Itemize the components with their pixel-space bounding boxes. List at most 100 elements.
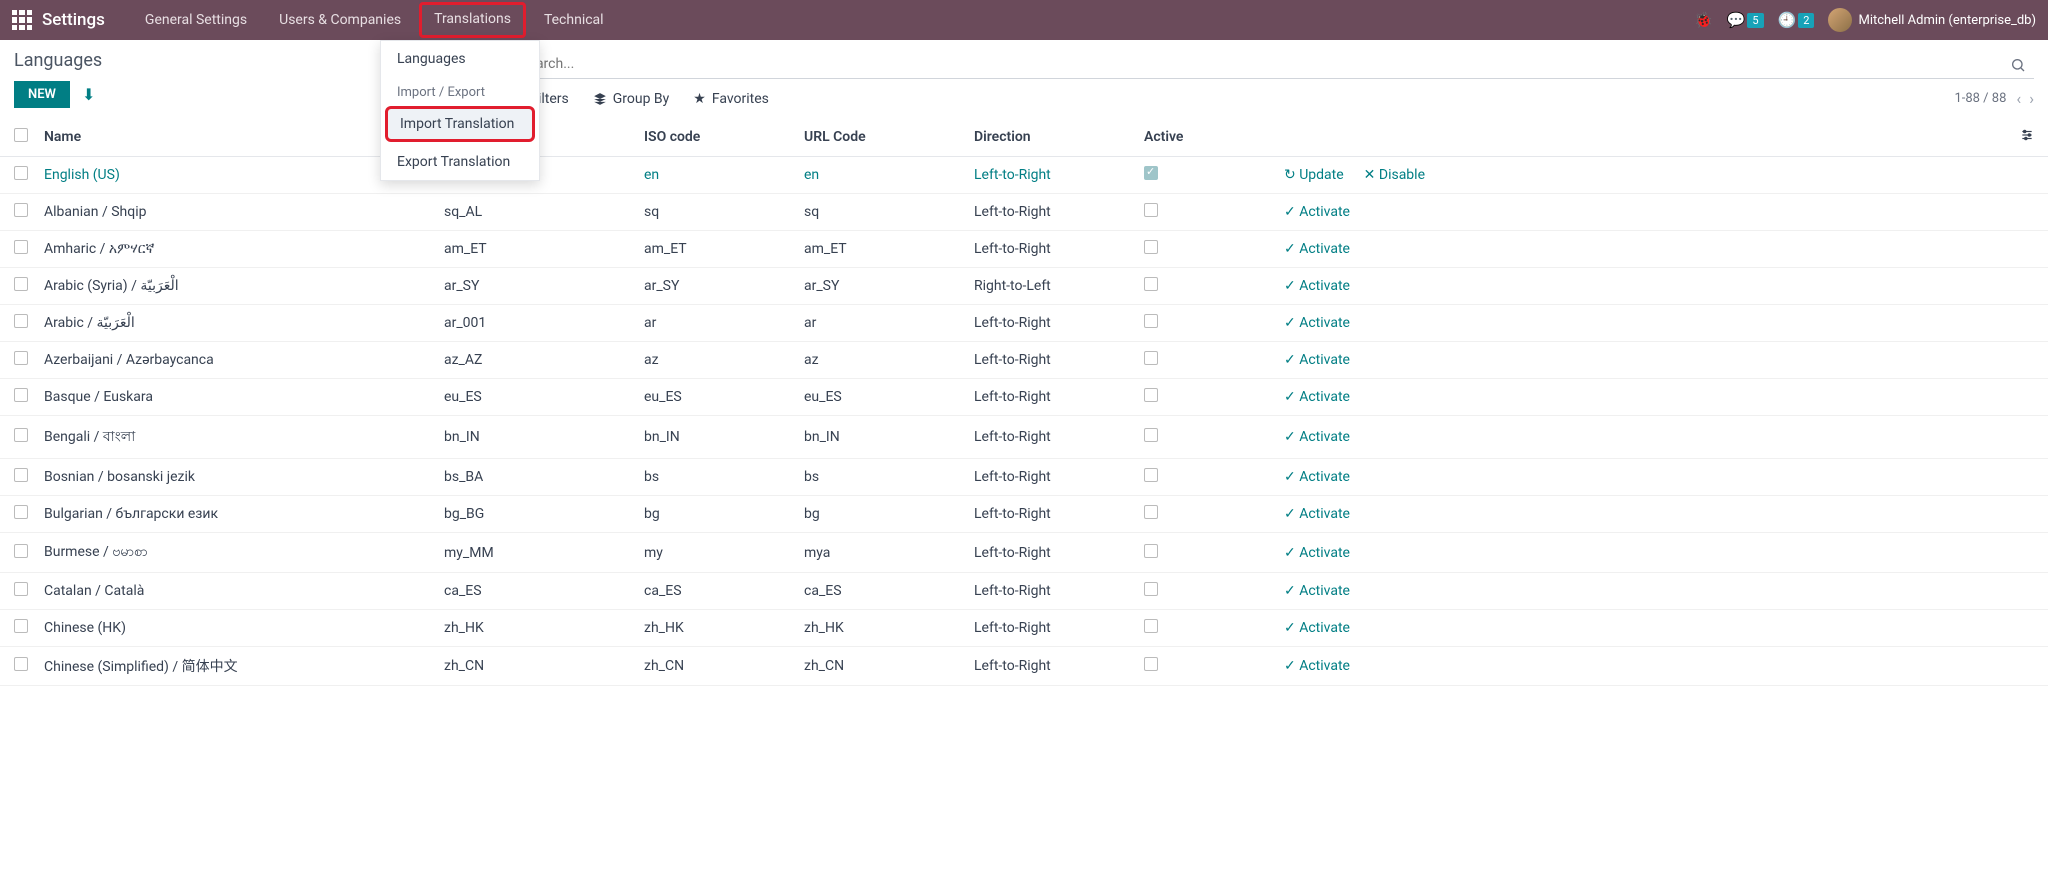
new-button[interactable]: NEW [14, 81, 70, 108]
cell-name: English (US) [36, 157, 436, 194]
active-checkbox[interactable] [1144, 582, 1158, 596]
cell-url: sq [796, 194, 966, 231]
messages-icon[interactable]: 💬5 [1727, 11, 1764, 29]
row-checkbox[interactable] [14, 619, 28, 633]
row-checkbox[interactable] [14, 657, 28, 671]
table-row[interactable]: Basque / Euskara eu_ES eu_ES eu_ES Left-… [0, 379, 2048, 416]
cell-direction: Left-to-Right [966, 610, 1136, 647]
col-url[interactable]: URL Code [796, 118, 966, 157]
col-direction[interactable]: Direction [966, 118, 1136, 157]
active-checkbox[interactable] [1144, 505, 1158, 519]
table-row[interactable]: Chinese (Simplified) / 简体中文 zh_CN zh_CN … [0, 647, 2048, 686]
row-checkbox[interactable] [14, 388, 28, 402]
cell-direction: Right-to-Left [966, 268, 1136, 305]
nav-translations[interactable]: Translations [419, 2, 526, 38]
row-checkbox[interactable] [14, 468, 28, 482]
app-name[interactable]: Settings [42, 10, 105, 30]
dropdown-export[interactable]: Export Translation [381, 144, 539, 180]
activate-link[interactable]: ✓ Activate [1284, 469, 1350, 485]
active-checkbox[interactable] [1144, 166, 1158, 180]
activate-link[interactable]: ✓ Activate [1284, 352, 1350, 368]
row-checkbox[interactable] [14, 544, 28, 558]
activate-link[interactable]: ✓ Activate [1284, 658, 1350, 674]
cell-name: Bulgarian / български език [36, 496, 436, 533]
table-row[interactable]: Bulgarian / български език bg_BG bg bg L… [0, 496, 2048, 533]
active-checkbox[interactable] [1144, 314, 1158, 328]
select-all-checkbox[interactable] [14, 128, 28, 142]
cell-iso: my [636, 533, 796, 573]
activity-icon[interactable]: 🕘2 [1778, 11, 1815, 29]
table-row[interactable]: Bosnian / bosanski jezik bs_BA bs bs Lef… [0, 459, 2048, 496]
search-input[interactable] [512, 50, 2034, 79]
row-checkbox[interactable] [14, 314, 28, 328]
row-checkbox[interactable] [14, 351, 28, 365]
pager-next[interactable]: › [2029, 89, 2034, 108]
active-checkbox[interactable] [1144, 468, 1158, 482]
cell-direction: Left-to-Right [966, 157, 1136, 194]
active-checkbox[interactable] [1144, 351, 1158, 365]
activate-link[interactable]: ✓ Activate [1284, 315, 1350, 331]
row-checkbox[interactable] [14, 203, 28, 217]
nav-technical[interactable]: Technical [528, 2, 620, 38]
active-checkbox[interactable] [1144, 240, 1158, 254]
activate-link[interactable]: ✓ Activate [1284, 545, 1350, 561]
col-active[interactable]: Active [1136, 118, 1276, 157]
nav-users[interactable]: Users & Companies [263, 2, 417, 38]
table-row[interactable]: Amharic / አምሃርኛ am_ET am_ET am_ET Left-t… [0, 231, 2048, 268]
cell-locale: zh_CN [436, 647, 636, 686]
row-checkbox[interactable] [14, 277, 28, 291]
active-checkbox[interactable] [1144, 388, 1158, 402]
apps-icon[interactable] [12, 10, 32, 30]
activate-link[interactable]: ✓ Activate [1284, 278, 1350, 294]
row-checkbox[interactable] [14, 428, 28, 442]
row-checkbox[interactable] [14, 240, 28, 254]
nav-general[interactable]: General Settings [129, 2, 263, 38]
dropdown-import[interactable]: Import Translation [385, 106, 535, 142]
pager-text[interactable]: 1-88 / 88 [1954, 91, 2006, 106]
active-checkbox[interactable] [1144, 428, 1158, 442]
dropdown-languages[interactable]: Languages [381, 41, 539, 77]
activate-link[interactable]: ✓ Activate [1284, 583, 1350, 599]
activate-link[interactable]: ✓ Activate [1284, 389, 1350, 405]
columns-settings-icon[interactable] [2012, 118, 2048, 157]
dropdown-section: Import / Export [381, 77, 539, 104]
activate-link[interactable]: ✓ Activate [1284, 620, 1350, 636]
cell-url: bs [796, 459, 966, 496]
table-row[interactable]: Catalan / Català ca_ES ca_ES ca_ES Left-… [0, 573, 2048, 610]
table-row[interactable]: Arabic / الْعَرَبيّة ar_001 ar ar Left-t… [0, 305, 2048, 342]
activate-link[interactable]: ✓ Activate [1284, 506, 1350, 522]
user-menu[interactable]: Mitchell Admin (enterprise_db) [1828, 8, 2036, 32]
bug-icon[interactable]: 🐞 [1694, 11, 1713, 29]
activate-link[interactable]: ✓ Activate [1284, 429, 1350, 445]
groupby-button[interactable]: Group By [593, 91, 670, 107]
table-row[interactable]: Albanian / Shqip sq_AL sq sq Left-to-Rig… [0, 194, 2048, 231]
row-checkbox[interactable] [14, 166, 28, 180]
page-title: Languages [14, 50, 102, 71]
table-row[interactable]: Chinese (HK) zh_HK zh_HK zh_HK Left-to-R… [0, 610, 2048, 647]
cell-url: eu_ES [796, 379, 966, 416]
search-icon[interactable] [2010, 57, 2026, 73]
col-iso[interactable]: ISO code [636, 118, 796, 157]
active-checkbox[interactable] [1144, 203, 1158, 217]
active-checkbox[interactable] [1144, 657, 1158, 671]
cell-iso: bg [636, 496, 796, 533]
update-link[interactable]: ↻ Update [1284, 167, 1344, 183]
download-icon[interactable]: ⬇ [82, 85, 95, 104]
row-checkbox[interactable] [14, 505, 28, 519]
pager-prev[interactable]: ‹ [2016, 89, 2021, 108]
active-checkbox[interactable] [1144, 619, 1158, 633]
table-row[interactable]: English (US) en_US en en Left-to-Right ↻… [0, 157, 2048, 194]
table-row[interactable]: Arabic (Syria) / الْعَرَبيّة ar_SY ar_SY… [0, 268, 2048, 305]
active-checkbox[interactable] [1144, 277, 1158, 291]
table-row[interactable]: Bengali / বাংলা bn_IN bn_IN bn_IN Left-t… [0, 416, 2048, 459]
col-name[interactable]: Name [36, 118, 436, 157]
activate-link[interactable]: ✓ Activate [1284, 241, 1350, 257]
disable-link[interactable]: ✕ Disable [1364, 167, 1425, 183]
cell-name: Amharic / አምሃርኛ [36, 231, 436, 268]
active-checkbox[interactable] [1144, 544, 1158, 558]
activate-link[interactable]: ✓ Activate [1284, 204, 1350, 220]
table-row[interactable]: Azerbaijani / Azərbaycanca az_AZ az az L… [0, 342, 2048, 379]
favorites-button[interactable]: ★ Favorites [693, 91, 769, 107]
row-checkbox[interactable] [14, 582, 28, 596]
table-row[interactable]: Burmese / ဗမာစာ my_MM my mya Left-to-Rig… [0, 533, 2048, 573]
